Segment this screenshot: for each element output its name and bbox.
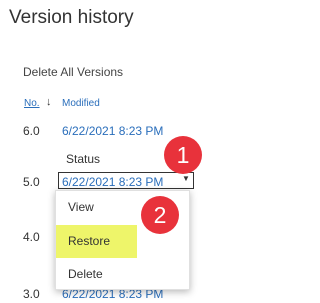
version-number: 5.0 — [23, 175, 40, 189]
dropdown-caret-icon[interactable]: ▼ — [182, 174, 190, 183]
sort-down-icon: ↓ — [46, 96, 52, 108]
menu-item-delete[interactable]: Delete — [56, 258, 189, 291]
delete-all-versions-link[interactable]: Delete All Versions — [23, 65, 123, 79]
version-modified-link[interactable]: 6/22/2021 8:23 PM — [62, 175, 163, 189]
step-1-callout: 1 — [164, 136, 202, 174]
step-2-callout: 2 — [141, 196, 179, 234]
version-number: 6.0 — [23, 124, 40, 138]
column-header-modified[interactable]: Modified — [62, 98, 100, 109]
version-number: 4.0 — [23, 230, 40, 244]
page-title: Version history — [9, 7, 134, 28]
status-label: Status — [66, 152, 101, 166]
version-number: 3.0 — [23, 287, 40, 301]
column-header-no[interactable]: No. — [24, 98, 40, 109]
menu-item-restore[interactable]: Restore — [56, 225, 137, 258]
version-modified-link[interactable]: 6/22/2021 8:23 PM — [62, 124, 163, 138]
